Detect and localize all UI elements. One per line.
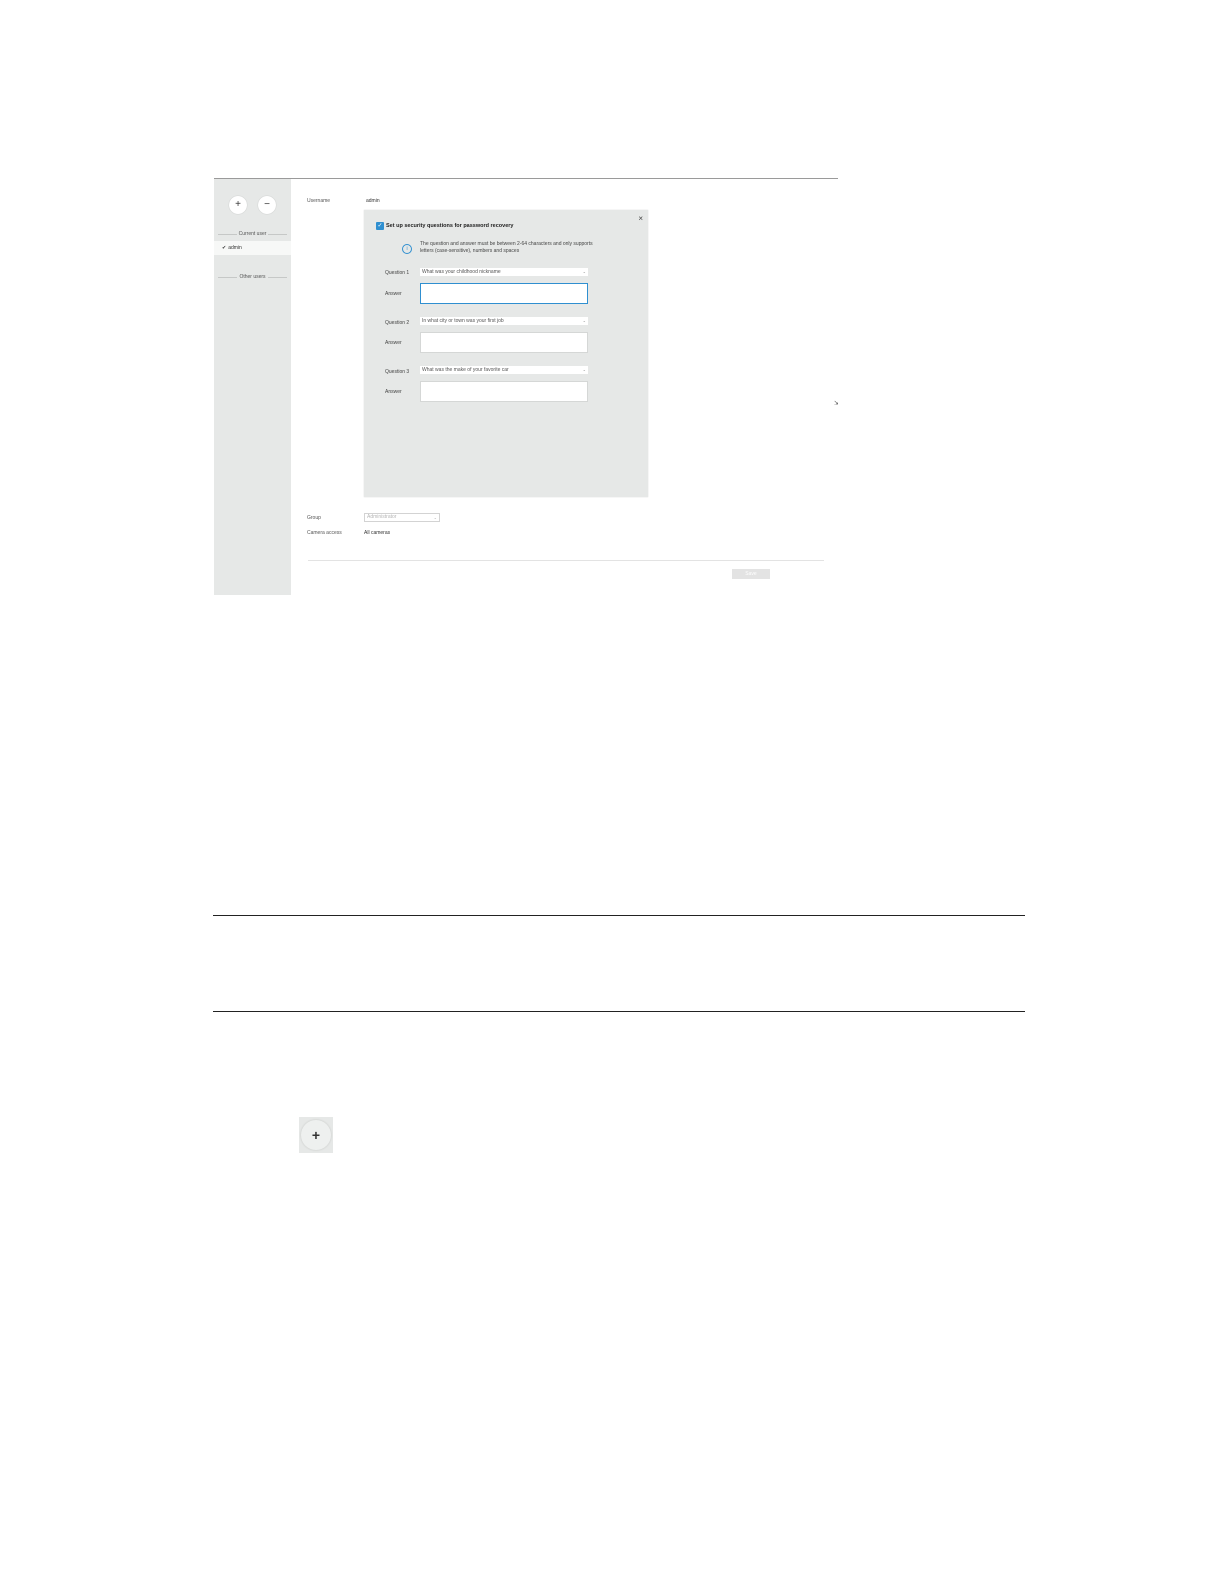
security-questions-dialog: × ✓ Set up security questions for passwo… [364, 210, 648, 497]
info-text: The question and answer must be between … [420, 241, 593, 254]
user-name: admin [228, 245, 242, 251]
camera-access-label: Camera access [307, 530, 342, 536]
cursor-icon: ⇲ [834, 400, 838, 407]
question-3-select[interactable]: What was the make of your favorite car ⌄ [420, 366, 588, 374]
user-sidebar: + − Current user ✔ admin Other users [214, 179, 291, 595]
chevron-down-icon: ⌄ [433, 515, 437, 520]
group-label: Group [307, 515, 321, 521]
document-rule-top [213, 915, 1025, 916]
remove-user-button[interactable]: − [258, 196, 276, 214]
chevron-down-icon: ⌄ [582, 318, 586, 323]
current-user-heading: Current user [218, 231, 287, 237]
group-select[interactable]: Administrator ⌄ [364, 513, 440, 522]
answer-3-label: Answer [385, 389, 402, 395]
security-questions-checkbox[interactable]: ✓ [376, 222, 384, 230]
answer-1-input[interactable] [420, 283, 588, 304]
question-2-label: Question 2 [385, 320, 410, 326]
plus-icon: + [311, 1127, 321, 1143]
other-users-heading: Other users [218, 274, 287, 280]
question-3-label: Question 3 [385, 369, 410, 375]
username-value: admin [366, 198, 380, 204]
close-icon[interactable]: × [638, 214, 643, 223]
answer-3-input[interactable] [420, 381, 588, 402]
divider [308, 560, 824, 561]
save-button[interactable]: Save [732, 569, 770, 579]
question-2-select[interactable]: In what city or town was your first job … [420, 317, 588, 325]
answer-2-label: Answer [385, 340, 402, 346]
add-user-button[interactable]: + [229, 196, 247, 214]
answer-2-input[interactable] [420, 332, 588, 353]
plus-icon: + [235, 199, 241, 210]
info-icon: i [402, 244, 412, 254]
question-1-label: Question 1 [385, 270, 410, 276]
document-rule-bottom [213, 1011, 1025, 1012]
question-1-select[interactable]: What was your childhood nickname ⌄ [420, 268, 588, 276]
minus-icon: − [264, 199, 270, 210]
check-icon: ✔ [222, 245, 227, 251]
add-user-button-large[interactable]: + [301, 1120, 331, 1150]
camera-access-value: All cameras [364, 530, 391, 536]
user-settings-screenshot: + − Current user ✔ admin Other users User… [214, 178, 838, 595]
chevron-down-icon: ⌄ [582, 367, 586, 372]
chevron-down-icon: ⌄ [582, 269, 586, 274]
answer-1-label: Answer [385, 291, 402, 297]
add-button-illustration: + [299, 1117, 333, 1153]
security-questions-checkbox-label: Set up security questions for password r… [386, 223, 514, 229]
username-label: Username [307, 198, 331, 204]
user-list-item-admin[interactable]: ✔ admin [214, 241, 291, 255]
